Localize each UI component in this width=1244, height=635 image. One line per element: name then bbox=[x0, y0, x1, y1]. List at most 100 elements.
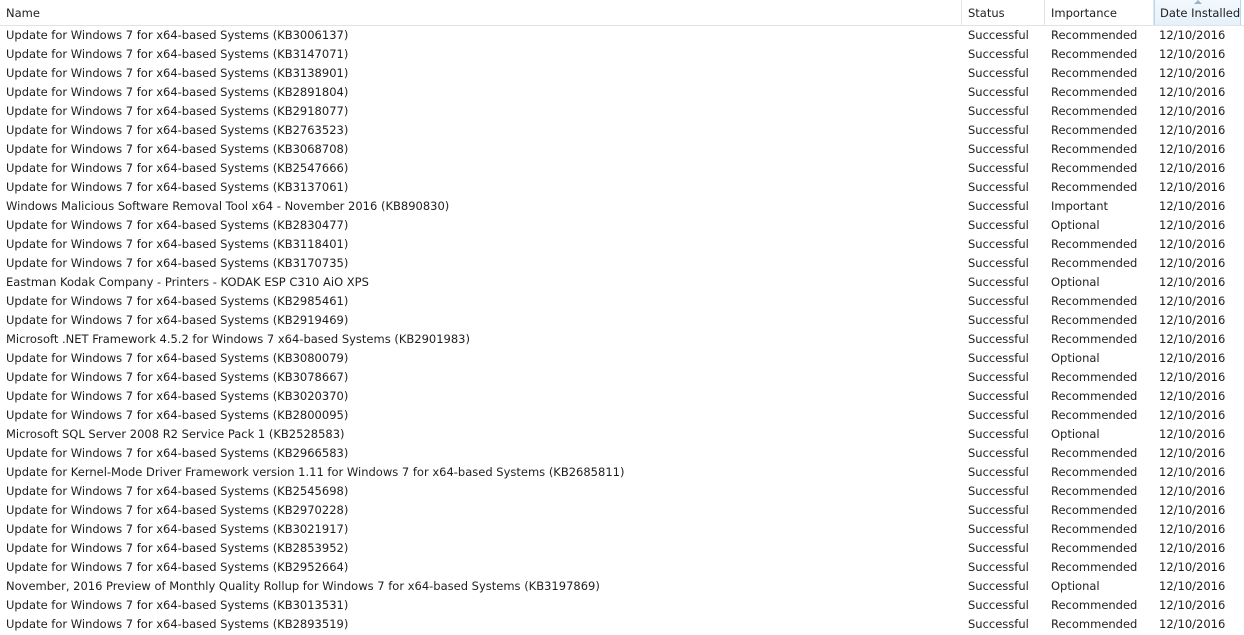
importance-cell: Recommended bbox=[1051, 47, 1138, 61]
table-row[interactable]: Update for Windows 7 for x64-based Syste… bbox=[0, 64, 1244, 83]
status-cell: Successful bbox=[968, 560, 1029, 574]
date-installed-cell: 12/10/2016 bbox=[1159, 199, 1226, 213]
update-name-cell: Windows Malicious Software Removal Tool … bbox=[6, 199, 450, 213]
date-installed-cell: 12/10/2016 bbox=[1159, 598, 1226, 612]
importance-cell: Recommended bbox=[1051, 598, 1138, 612]
table-row[interactable]: Update for Windows 7 for x64-based Syste… bbox=[0, 140, 1244, 159]
column-header-importance[interactable]: Importance bbox=[1045, 0, 1154, 25]
update-name-cell: Update for Windows 7 for x64-based Syste… bbox=[6, 408, 349, 422]
update-name-cell: Update for Windows 7 for x64-based Syste… bbox=[6, 161, 349, 175]
table-row[interactable]: Update for Windows 7 for x64-based Syste… bbox=[0, 254, 1244, 273]
update-name-cell: Update for Windows 7 for x64-based Syste… bbox=[6, 294, 349, 308]
table-row[interactable]: Update for Windows 7 for x64-based Syste… bbox=[0, 178, 1244, 197]
date-installed-cell: 12/10/2016 bbox=[1159, 66, 1226, 80]
status-cell: Successful bbox=[968, 427, 1029, 441]
status-cell: Successful bbox=[968, 28, 1029, 42]
date-installed-cell: 12/10/2016 bbox=[1159, 579, 1226, 593]
status-cell: Successful bbox=[968, 484, 1029, 498]
importance-cell: Recommended bbox=[1051, 123, 1138, 137]
importance-cell: Recommended bbox=[1051, 389, 1138, 403]
table-row[interactable]: Update for Windows 7 for x64-based Syste… bbox=[0, 444, 1244, 463]
date-installed-cell: 12/10/2016 bbox=[1159, 351, 1226, 365]
importance-cell: Recommended bbox=[1051, 180, 1138, 194]
date-installed-cell: 12/10/2016 bbox=[1159, 427, 1226, 441]
table-row[interactable]: Update for Windows 7 for x64-based Syste… bbox=[0, 520, 1244, 539]
update-list: Update for Windows 7 for x64-based Syste… bbox=[0, 26, 1244, 634]
table-row[interactable]: Update for Windows 7 for x64-based Syste… bbox=[0, 235, 1244, 254]
status-cell: Successful bbox=[968, 617, 1029, 631]
table-row[interactable]: Update for Windows 7 for x64-based Syste… bbox=[0, 368, 1244, 387]
date-installed-cell: 12/10/2016 bbox=[1159, 484, 1226, 498]
update-name-cell: Update for Windows 7 for x64-based Syste… bbox=[6, 484, 349, 498]
importance-cell: Recommended bbox=[1051, 541, 1138, 555]
table-row[interactable]: Update for Windows 7 for x64-based Syste… bbox=[0, 216, 1244, 235]
update-name-cell: Update for Windows 7 for x64-based Syste… bbox=[6, 104, 349, 118]
update-name-cell: Update for Windows 7 for x64-based Syste… bbox=[6, 180, 349, 194]
table-row[interactable]: Update for Windows 7 for x64-based Syste… bbox=[0, 387, 1244, 406]
date-installed-cell: 12/10/2016 bbox=[1159, 237, 1226, 251]
table-row[interactable]: Update for Windows 7 for x64-based Syste… bbox=[0, 292, 1244, 311]
date-installed-cell: 12/10/2016 bbox=[1159, 370, 1226, 384]
status-cell: Successful bbox=[968, 161, 1029, 175]
date-installed-cell: 12/10/2016 bbox=[1159, 332, 1226, 346]
status-cell: Successful bbox=[968, 465, 1029, 479]
date-installed-cell: 12/10/2016 bbox=[1159, 465, 1226, 479]
status-cell: Successful bbox=[968, 370, 1029, 384]
table-row[interactable]: Update for Windows 7 for x64-based Syste… bbox=[0, 539, 1244, 558]
importance-cell: Recommended bbox=[1051, 503, 1138, 517]
table-row[interactable]: Update for Windows 7 for x64-based Syste… bbox=[0, 45, 1244, 64]
column-header-status[interactable]: Status bbox=[962, 0, 1045, 25]
importance-cell: Recommended bbox=[1051, 522, 1138, 536]
table-row[interactable]: Update for Windows 7 for x64-based Syste… bbox=[0, 406, 1244, 425]
table-row[interactable]: Update for Kernel-Mode Driver Framework … bbox=[0, 463, 1244, 482]
status-cell: Successful bbox=[968, 313, 1029, 327]
status-cell: Successful bbox=[968, 408, 1029, 422]
table-row[interactable]: Update for Windows 7 for x64-based Syste… bbox=[0, 26, 1244, 45]
status-cell: Successful bbox=[968, 256, 1029, 270]
importance-cell: Important bbox=[1051, 199, 1109, 213]
update-name-cell: Update for Windows 7 for x64-based Syste… bbox=[6, 313, 349, 327]
table-row[interactable]: Microsoft .NET Framework 4.5.2 for Windo… bbox=[0, 330, 1244, 349]
column-header-date-installed[interactable]: Date Installed bbox=[1154, 0, 1241, 25]
date-installed-cell: 12/10/2016 bbox=[1159, 541, 1226, 555]
table-row[interactable]: Update for Windows 7 for x64-based Syste… bbox=[0, 615, 1244, 634]
table-row[interactable]: Update for Windows 7 for x64-based Syste… bbox=[0, 558, 1244, 577]
date-installed-cell: 12/10/2016 bbox=[1159, 294, 1226, 308]
table-row[interactable]: Eastman Kodak Company - Printers - KODAK… bbox=[0, 273, 1244, 292]
table-row[interactable]: Update for Windows 7 for x64-based Syste… bbox=[0, 311, 1244, 330]
table-row[interactable]: Update for Windows 7 for x64-based Syste… bbox=[0, 596, 1244, 615]
status-cell: Successful bbox=[968, 541, 1029, 555]
table-row[interactable]: Update for Windows 7 for x64-based Syste… bbox=[0, 482, 1244, 501]
status-cell: Successful bbox=[968, 85, 1029, 99]
table-row[interactable]: Update for Windows 7 for x64-based Syste… bbox=[0, 83, 1244, 102]
importance-cell: Recommended bbox=[1051, 161, 1138, 175]
column-header-bar: Name Status Importance Date Installed bbox=[0, 0, 1244, 26]
table-row[interactable]: November, 2016 Preview of Monthly Qualit… bbox=[0, 577, 1244, 596]
date-installed-cell: 12/10/2016 bbox=[1159, 85, 1226, 99]
table-row[interactable]: Update for Windows 7 for x64-based Syste… bbox=[0, 121, 1244, 140]
table-row[interactable]: Update for Windows 7 for x64-based Syste… bbox=[0, 159, 1244, 178]
importance-cell: Recommended bbox=[1051, 560, 1138, 574]
date-installed-cell: 12/10/2016 bbox=[1159, 180, 1226, 194]
importance-cell: Recommended bbox=[1051, 142, 1138, 156]
update-name-cell: Update for Windows 7 for x64-based Syste… bbox=[6, 28, 349, 42]
table-row[interactable]: Microsoft SQL Server 2008 R2 Service Pac… bbox=[0, 425, 1244, 444]
table-row[interactable]: Update for Windows 7 for x64-based Syste… bbox=[0, 102, 1244, 121]
importance-cell: Recommended bbox=[1051, 104, 1138, 118]
status-cell: Successful bbox=[968, 503, 1029, 517]
update-name-cell: Update for Windows 7 for x64-based Syste… bbox=[6, 560, 349, 574]
update-name-cell: Update for Windows 7 for x64-based Syste… bbox=[6, 47, 349, 61]
column-header-name[interactable]: Name bbox=[0, 0, 962, 25]
importance-cell: Optional bbox=[1051, 275, 1100, 289]
update-name-cell: Update for Windows 7 for x64-based Syste… bbox=[6, 237, 349, 251]
status-cell: Successful bbox=[968, 275, 1029, 289]
date-installed-cell: 12/10/2016 bbox=[1159, 123, 1226, 137]
date-installed-cell: 12/10/2016 bbox=[1159, 522, 1226, 536]
table-row[interactable]: Update for Windows 7 for x64-based Syste… bbox=[0, 501, 1244, 520]
table-row[interactable]: Update for Windows 7 for x64-based Syste… bbox=[0, 349, 1244, 368]
sort-ascending-icon bbox=[1193, 0, 1202, 4]
date-installed-cell: 12/10/2016 bbox=[1159, 560, 1226, 574]
update-name-cell: Update for Windows 7 for x64-based Syste… bbox=[6, 256, 349, 270]
table-row[interactable]: Windows Malicious Software Removal Tool … bbox=[0, 197, 1244, 216]
importance-cell: Recommended bbox=[1051, 370, 1138, 384]
